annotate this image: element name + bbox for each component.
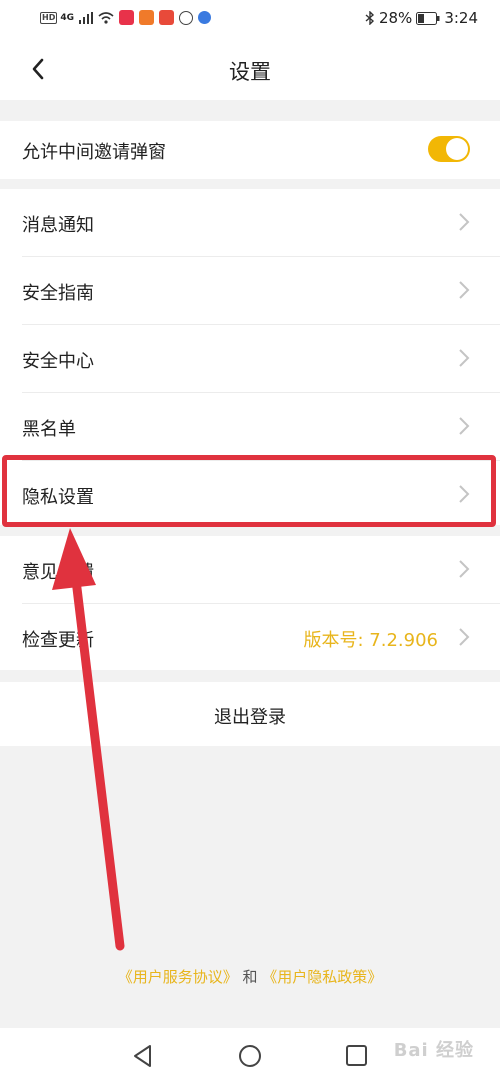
menu-item-blacklist[interactable]: 黑名单 bbox=[22, 393, 500, 461]
battery-percent: 28% bbox=[378, 9, 413, 27]
popup-section: 允许中间邀请弹窗 bbox=[0, 121, 500, 179]
chevron-right-icon bbox=[459, 417, 470, 435]
check-update-label: 检查更新 bbox=[22, 630, 94, 651]
status-bar: HD 4G 28% 3:24 bbox=[0, 0, 500, 38]
more-section: 意见反馈 检查更新 版本号: 7.2.906 bbox=[0, 536, 500, 670]
annotation-highlight-box bbox=[2, 455, 496, 527]
popup-toggle-switch[interactable] bbox=[428, 136, 470, 162]
menu-item-check-update[interactable]: 检查更新 版本号: 7.2.906 bbox=[22, 604, 500, 671]
menu-item-label: 安全指南 bbox=[22, 283, 94, 304]
popup-toggle-row: 允许中间邀请弹窗 bbox=[22, 121, 500, 179]
nav-home-icon[interactable] bbox=[237, 1043, 263, 1069]
menu-item-label: 安全中心 bbox=[22, 351, 94, 372]
chevron-right-icon bbox=[459, 281, 470, 299]
toggle-knob bbox=[446, 138, 468, 160]
and-text: 和 bbox=[242, 968, 258, 986]
wifi-icon bbox=[98, 11, 114, 24]
status-right: 28% 3:24 bbox=[365, 9, 478, 27]
popup-toggle-label: 允许中间邀请弹窗 bbox=[22, 142, 166, 163]
battery-icon bbox=[416, 11, 440, 25]
watermark: Bai 经验 bbox=[393, 1040, 474, 1061]
clock: 3:24 bbox=[444, 9, 478, 27]
network-type: 4G bbox=[60, 12, 74, 23]
app-notification-icon bbox=[119, 10, 134, 25]
logout-label: 退出登录 bbox=[214, 707, 286, 728]
chevron-right-icon bbox=[459, 213, 470, 231]
music-app-icon bbox=[198, 11, 211, 24]
settings-app-icon bbox=[179, 10, 193, 25]
bluetooth-icon bbox=[365, 11, 374, 25]
menu-item-safety-guide[interactable]: 安全指南 bbox=[22, 257, 500, 325]
menu-item-feedback[interactable]: 意见反馈 bbox=[22, 536, 500, 604]
hd-badge: HD bbox=[40, 11, 58, 24]
agreements-footer: 《用户服务协议》 和 《用户隐私政策》 bbox=[0, 966, 500, 987]
menu-item-label: 消息通知 bbox=[22, 215, 94, 236]
status-left: HD 4G bbox=[40, 10, 211, 25]
signal-icon bbox=[79, 11, 93, 24]
chevron-right-icon bbox=[459, 628, 470, 646]
service-agreement-link[interactable]: 《用户服务协议》 bbox=[118, 968, 238, 986]
settings-screen: HD 4G 28% 3:24 设置 允许中间邀请弹窗 消息通知 安全指南 安全中… bbox=[0, 0, 500, 1084]
page-title: 设置 bbox=[229, 60, 271, 84]
menu-item-notifications[interactable]: 消息通知 bbox=[22, 189, 500, 257]
version-text: 版本号: 7.2.906 bbox=[303, 630, 439, 651]
nav-bar: 设置 bbox=[0, 38, 500, 100]
menu-item-label: 黑名单 bbox=[22, 419, 76, 440]
privacy-policy-link[interactable]: 《用户隐私政策》 bbox=[262, 968, 382, 986]
nav-back-icon[interactable] bbox=[130, 1043, 156, 1069]
chevron-right-icon bbox=[459, 560, 470, 578]
nav-recents-icon[interactable] bbox=[344, 1043, 370, 1069]
news-app-icon bbox=[159, 10, 174, 25]
logout-button[interactable]: 退出登录 bbox=[0, 682, 500, 746]
menu-item-security-center[interactable]: 安全中心 bbox=[22, 325, 500, 393]
feedback-label: 意见反馈 bbox=[22, 562, 94, 583]
video-app-icon bbox=[139, 10, 154, 25]
chevron-right-icon bbox=[459, 349, 470, 367]
